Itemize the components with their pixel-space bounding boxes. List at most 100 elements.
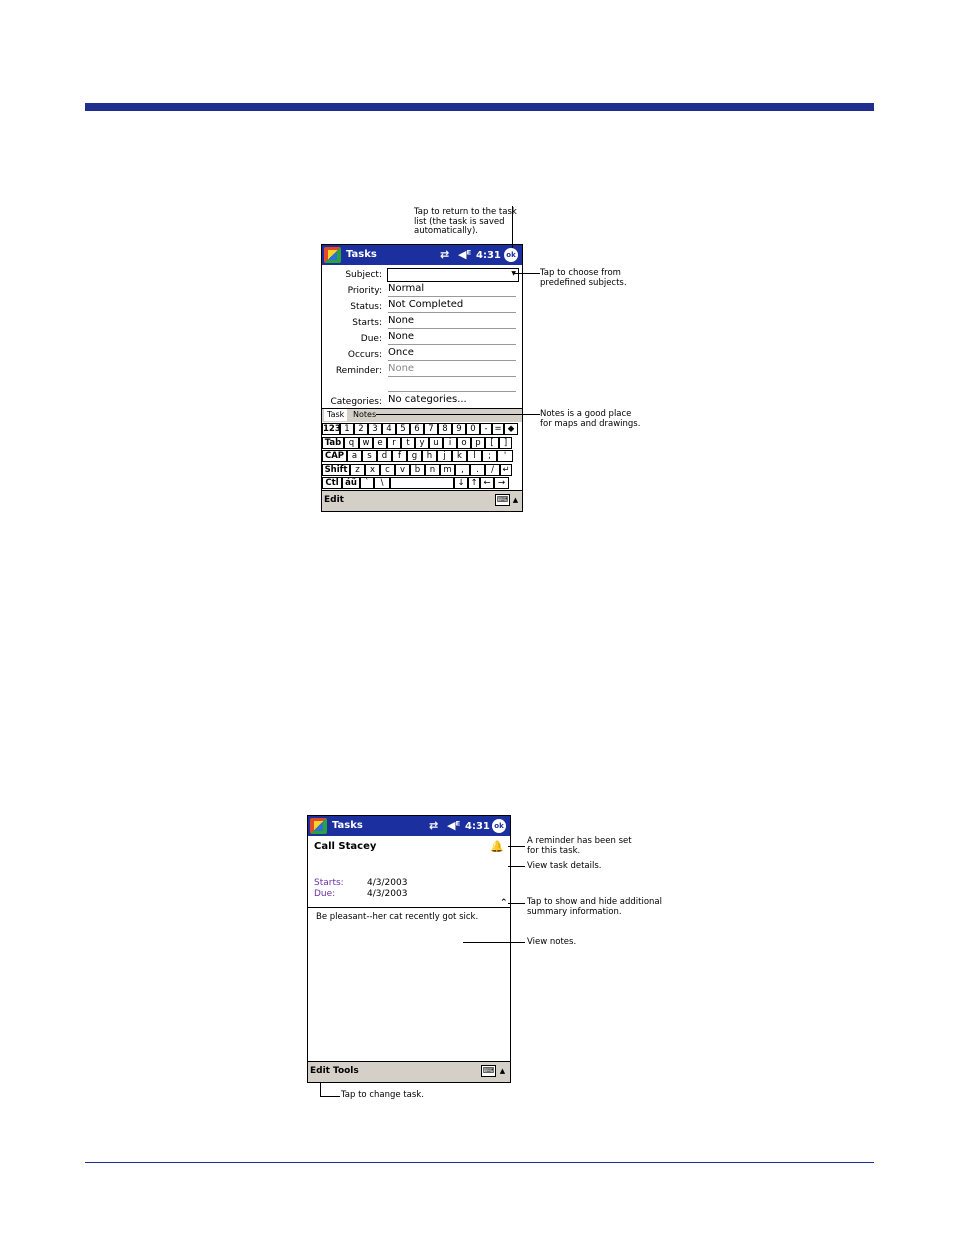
- speaker-icon[interactable]: ◀ᴱ: [458, 248, 471, 261]
- key[interactable]: f: [392, 450, 407, 462]
- sync-icon[interactable]: ⇄: [429, 819, 438, 832]
- speaker-icon[interactable]: ◀ᴱ: [447, 819, 460, 832]
- edit-menu[interactable]: Edit: [324, 495, 344, 505]
- start-menu-icon[interactable]: [324, 247, 341, 263]
- key[interactable]: 123: [322, 423, 340, 435]
- key[interactable]: ,: [455, 463, 470, 476]
- keyboard-icon[interactable]: ⌨: [481, 1065, 496, 1077]
- keyboard-icon[interactable]: ⌨: [495, 494, 510, 506]
- key[interactable]: l: [467, 450, 482, 462]
- callout-line: [508, 866, 525, 867]
- key[interactable]: 2: [354, 423, 368, 435]
- tools-menu[interactable]: Tools: [333, 1066, 359, 1076]
- priority-field[interactable]: Normal: [388, 283, 516, 297]
- key[interactable]: `: [360, 477, 374, 489]
- key[interactable]: .: [470, 463, 485, 476]
- reminder-field[interactable]: None: [388, 363, 516, 377]
- tab-task[interactable]: Task: [324, 409, 348, 421]
- ok-button[interactable]: ok: [492, 819, 506, 833]
- key[interactable]: z: [350, 463, 365, 476]
- tab-notes[interactable]: Notes: [350, 409, 379, 421]
- header-rule: [85, 103, 874, 111]
- key[interactable]: 0: [466, 423, 480, 435]
- key[interactable]: ↵: [500, 463, 512, 476]
- key[interactable]: v: [395, 463, 410, 476]
- app-title: Tasks: [346, 249, 377, 260]
- input-menu-arrow-icon[interactable]: ▲: [498, 1065, 507, 1077]
- key[interactable]: m: [440, 463, 455, 476]
- key[interactable]: 3: [368, 423, 382, 435]
- key[interactable]: k: [452, 450, 467, 462]
- key[interactable]: ': [497, 450, 513, 462]
- keyboard-row4: Shift z x c v b n m,. / ↵: [322, 463, 522, 477]
- key[interactable]: n: [425, 463, 440, 476]
- key[interactable]: g: [407, 450, 422, 462]
- key[interactable]: ↓: [454, 477, 468, 489]
- key[interactable]: 9: [452, 423, 466, 435]
- key[interactable]: \: [374, 477, 390, 489]
- key[interactable]: p: [471, 436, 485, 449]
- key[interactable]: [: [485, 436, 499, 449]
- key[interactable]: j: [437, 450, 452, 462]
- key[interactable]: 8: [438, 423, 452, 435]
- key[interactable]: u: [429, 436, 443, 449]
- key[interactable]: →: [494, 477, 509, 489]
- key[interactable]: -: [480, 423, 492, 435]
- key[interactable]: ;: [482, 450, 497, 462]
- task-notes[interactable]: Be pleasant--her cat recently got sick.: [316, 912, 478, 922]
- ok-button[interactable]: ok: [504, 248, 518, 262]
- key[interactable]: y: [415, 436, 429, 449]
- clock[interactable]: 4:31: [465, 821, 490, 832]
- key[interactable]: i: [443, 436, 457, 449]
- key[interactable]: =: [492, 423, 504, 435]
- key[interactable]: t: [401, 436, 415, 449]
- key[interactable]: o: [457, 436, 471, 449]
- key[interactable]: r: [387, 436, 401, 449]
- edit-menu[interactable]: Edit: [310, 1066, 330, 1076]
- starts-field[interactable]: None: [388, 315, 516, 329]
- key[interactable]: CAP: [322, 450, 347, 462]
- key[interactable]: /: [485, 463, 500, 476]
- key[interactable]: s: [362, 450, 377, 462]
- key[interactable]: ]: [499, 436, 512, 449]
- key[interactable]: 5: [396, 423, 410, 435]
- key[interactable]: ↑: [468, 477, 480, 489]
- key[interactable]: 4: [382, 423, 396, 435]
- clock[interactable]: 4:31: [476, 250, 501, 261]
- callout-summary: Tap to show and hide additional summary …: [527, 897, 662, 917]
- categories-field[interactable]: No categories...: [388, 394, 516, 407]
- callout-return: Tap to return to the task list (the task…: [414, 207, 517, 236]
- occurs-field[interactable]: Once: [388, 347, 516, 361]
- key[interactable]: Ctl: [322, 477, 342, 489]
- key[interactable]: ◆: [504, 423, 518, 435]
- key[interactable]: [390, 477, 454, 489]
- callout-subject: Tap to choose from predefined subjects.: [540, 268, 627, 288]
- tab-bar: Task Notes: [322, 408, 522, 422]
- key[interactable]: e: [373, 436, 387, 449]
- key[interactable]: Tab: [322, 436, 344, 449]
- start-menu-icon[interactable]: [310, 818, 327, 834]
- reminder-label: Reminder:: [335, 366, 382, 376]
- key[interactable]: 7: [424, 423, 438, 435]
- sync-icon[interactable]: ⇄: [440, 248, 449, 261]
- divider: [388, 391, 516, 392]
- key[interactable]: w: [359, 436, 373, 449]
- key[interactable]: a: [347, 450, 362, 462]
- key[interactable]: c: [380, 463, 395, 476]
- subject-dropdown[interactable]: ▼: [387, 268, 519, 282]
- key[interactable]: 1: [340, 423, 354, 435]
- key[interactable]: d: [377, 450, 392, 462]
- due-value: 4/3/2003: [367, 889, 408, 899]
- key[interactable]: Shift: [322, 463, 350, 476]
- due-field[interactable]: None: [388, 331, 516, 345]
- key[interactable]: q: [344, 436, 359, 449]
- key[interactable]: x: [365, 463, 380, 476]
- key[interactable]: 6: [410, 423, 424, 435]
- key[interactable]: h: [422, 450, 437, 462]
- task-name[interactable]: Call Stacey: [314, 841, 376, 852]
- key[interactable]: ←: [480, 477, 494, 489]
- key[interactable]: áü: [342, 477, 360, 489]
- key[interactable]: b: [410, 463, 425, 476]
- input-menu-arrow-icon[interactable]: ▲: [511, 494, 520, 506]
- status-field[interactable]: Not Completed: [388, 299, 516, 313]
